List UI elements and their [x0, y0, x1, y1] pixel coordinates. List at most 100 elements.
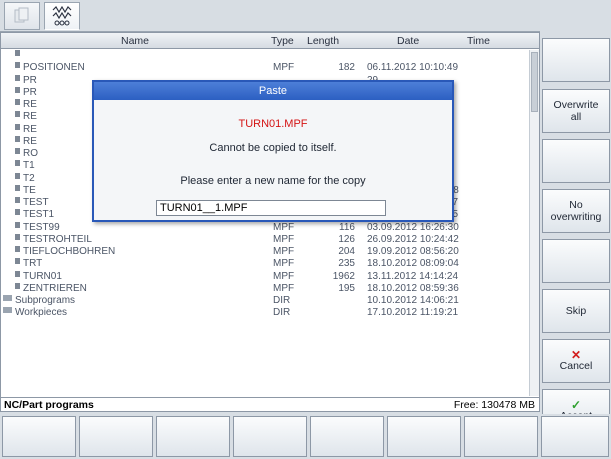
file-length: 182 — [338, 62, 355, 74]
dialog-message: Cannot be copied to itself. — [209, 142, 337, 154]
file-bullet-icon — [15, 50, 20, 56]
table-row[interactable]: ZENTRIEREN MPF 195 18.10.2012 08:59:36 — [1, 282, 529, 295]
file-manager-icon — [12, 6, 32, 26]
file-name: TEST — [23, 197, 49, 208]
file-date: 10.10.2012 14:06:21 — [367, 295, 459, 306]
cancel-button[interactable]: ✕ Cancel — [542, 339, 610, 383]
folder-icon — [3, 295, 12, 301]
file-date: 13.11.2012 14:14:24 — [367, 270, 459, 282]
file-name: TE — [23, 184, 36, 196]
directory-row[interactable]: Subprograms DIR 10.10.2012 14:06:21 — [1, 295, 529, 307]
scrollbar-thumb[interactable] — [531, 52, 538, 112]
file-name: TIEFLOCHBOHREN — [23, 246, 116, 257]
top-tab-strip — [0, 0, 540, 32]
file-name: RE — [23, 99, 37, 110]
dialog-title: Paste — [94, 82, 452, 100]
table-row[interactable]: POSITIONEN MPF 182 06.11.2012 10:10:49 — [1, 62, 529, 74]
file-name: TEST1 — [23, 209, 55, 221]
table-row[interactable]: TESTROHTEIL MPF 126 26.09.2012 10:24:42 — [1, 233, 529, 246]
file-type: MPF — [273, 246, 295, 257]
hsoftkey-7[interactable] — [464, 416, 538, 457]
hsoftkey-6[interactable] — [387, 416, 461, 457]
file-bullet-icon — [15, 74, 20, 81]
file-name: TEST99 — [23, 221, 60, 233]
table-row[interactable]: TEST99 MPF 116 03.09.2012 16:26:30 — [1, 221, 529, 234]
no-overwriting-button[interactable]: No overwriting — [542, 189, 610, 233]
column-header-length[interactable]: Length — [307, 35, 339, 47]
file-bullet-icon — [15, 221, 20, 228]
hsoftkey-5[interactable] — [310, 416, 384, 457]
file-bullet-icon — [15, 184, 20, 191]
table-row[interactable]: TIEFLOCHBOHREN MPF 204 19.09.2012 08:56:20 — [1, 246, 529, 258]
file-bullet-icon — [15, 209, 20, 216]
dialog-filename: TURN01.MPF — [238, 118, 308, 130]
vertical-softkey-bar: Overwrite all No overwriting Skip ✕ Canc… — [541, 0, 611, 459]
current-path: NC/Part programs — [4, 399, 94, 411]
file-name: RE — [23, 111, 37, 123]
column-header-type[interactable]: Type — [271, 35, 294, 47]
file-bullet-icon — [15, 197, 20, 203]
new-name-input[interactable] — [156, 200, 386, 216]
file-name: POSITIONEN — [23, 62, 85, 74]
directory-row[interactable]: Workpieces DIR 17.10.2012 11:19:21 — [1, 307, 529, 319]
overwrite-all-button[interactable]: Overwrite all — [542, 89, 610, 133]
softkey-blank-2[interactable] — [542, 139, 610, 183]
file-bullet-icon — [15, 99, 20, 105]
cancel-label: Cancel — [559, 360, 593, 372]
file-bullet-icon — [15, 270, 20, 277]
file-length: 195 — [338, 282, 355, 294]
table-row[interactable]: TRT MPF 235 18.10.2012 08:09:04 — [1, 258, 529, 270]
table-header: Name Type Length Date Time — [1, 33, 539, 49]
file-name: T2 — [23, 172, 35, 184]
table-row[interactable]: TURN01 MPF 1962 13.11.2012 14:14:24 — [1, 270, 529, 283]
file-length: 1962 — [332, 270, 355, 282]
file-name: TRT — [23, 258, 43, 270]
horizontal-softkey-bar — [0, 414, 611, 459]
file-bullet-icon — [15, 123, 20, 130]
file-bullet-icon — [15, 148, 20, 154]
status-bar: NC/Part programs Free: 130478 MB — [0, 398, 540, 412]
file-bullet-icon — [15, 282, 20, 289]
checkmark-icon: ✓ — [570, 398, 582, 412]
tab-file-manager[interactable] — [4, 2, 40, 30]
file-length: 235 — [338, 258, 355, 270]
hsoftkey-4[interactable] — [233, 416, 307, 457]
file-type: MPF — [273, 258, 295, 270]
dialog-prompt: Please enter a new name for the copy — [180, 175, 366, 187]
file-length: 204 — [338, 246, 355, 257]
column-header-time[interactable]: Time — [467, 35, 490, 47]
file-bullet-icon — [15, 258, 20, 265]
column-header-name[interactable]: Name — [121, 35, 149, 47]
file-date: 18.10.2012 08:09:04 — [367, 258, 459, 270]
file-name: PR — [23, 86, 37, 98]
hsoftkey-1[interactable] — [2, 416, 76, 457]
skip-label: Skip — [565, 305, 587, 317]
hsoftkey-2[interactable] — [79, 416, 153, 457]
file-type: MPF — [273, 233, 295, 245]
file-name: Subprograms — [15, 295, 76, 306]
softkey-blank-3[interactable] — [542, 239, 610, 283]
file-name: Workpieces — [15, 307, 68, 319]
table-row[interactable] — [1, 50, 529, 62]
file-bullet-icon — [15, 246, 20, 252]
hsoftkey-3[interactable] — [156, 416, 230, 457]
hsoftkey-8[interactable] — [541, 416, 609, 457]
softkey-blank-1[interactable] — [542, 38, 610, 82]
file-name: T1 — [23, 160, 35, 172]
free-space: Free: 130478 MB — [453, 399, 535, 411]
file-bullet-icon — [15, 86, 20, 93]
file-bullet-icon — [15, 160, 20, 167]
signal-waveform-icon — [50, 5, 74, 27]
no-overwriting-label: No overwriting — [550, 199, 602, 223]
vertical-scrollbar[interactable] — [529, 50, 539, 396]
file-type: MPF — [273, 282, 295, 294]
file-date: 03.09.2012 16:26:30 — [367, 221, 459, 233]
file-bullet-icon — [15, 135, 20, 142]
file-bullet-icon — [15, 111, 20, 118]
file-name: RO — [23, 148, 38, 159]
paste-dialog: Paste TURN01.MPF Cannot be copied to its… — [92, 80, 454, 222]
file-length: 116 — [339, 221, 355, 233]
tab-signal[interactable] — [44, 2, 80, 30]
skip-button[interactable]: Skip — [542, 289, 610, 333]
column-header-date[interactable]: Date — [397, 35, 419, 47]
